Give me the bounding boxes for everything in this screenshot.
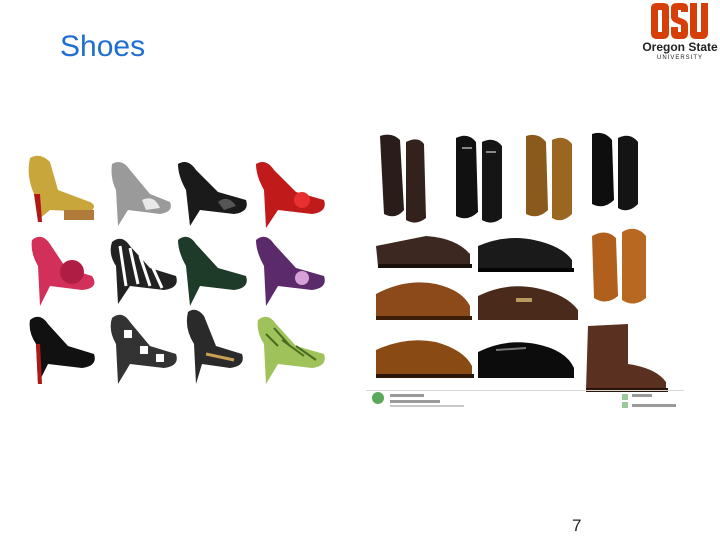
- osu-wordmark-icon: [651, 3, 708, 39]
- logo-line-oregon-state: Oregon State: [642, 40, 718, 54]
- womens-shoes-image: [20, 150, 340, 390]
- page-number: 7: [572, 516, 582, 535]
- osu-logo: Oregon State UNIVERSITY: [640, 2, 720, 68]
- logo-line-university: UNIVERSITY: [656, 55, 703, 61]
- mens-shoes-image: [366, 128, 684, 410]
- slide-title: Shoes: [60, 30, 146, 63]
